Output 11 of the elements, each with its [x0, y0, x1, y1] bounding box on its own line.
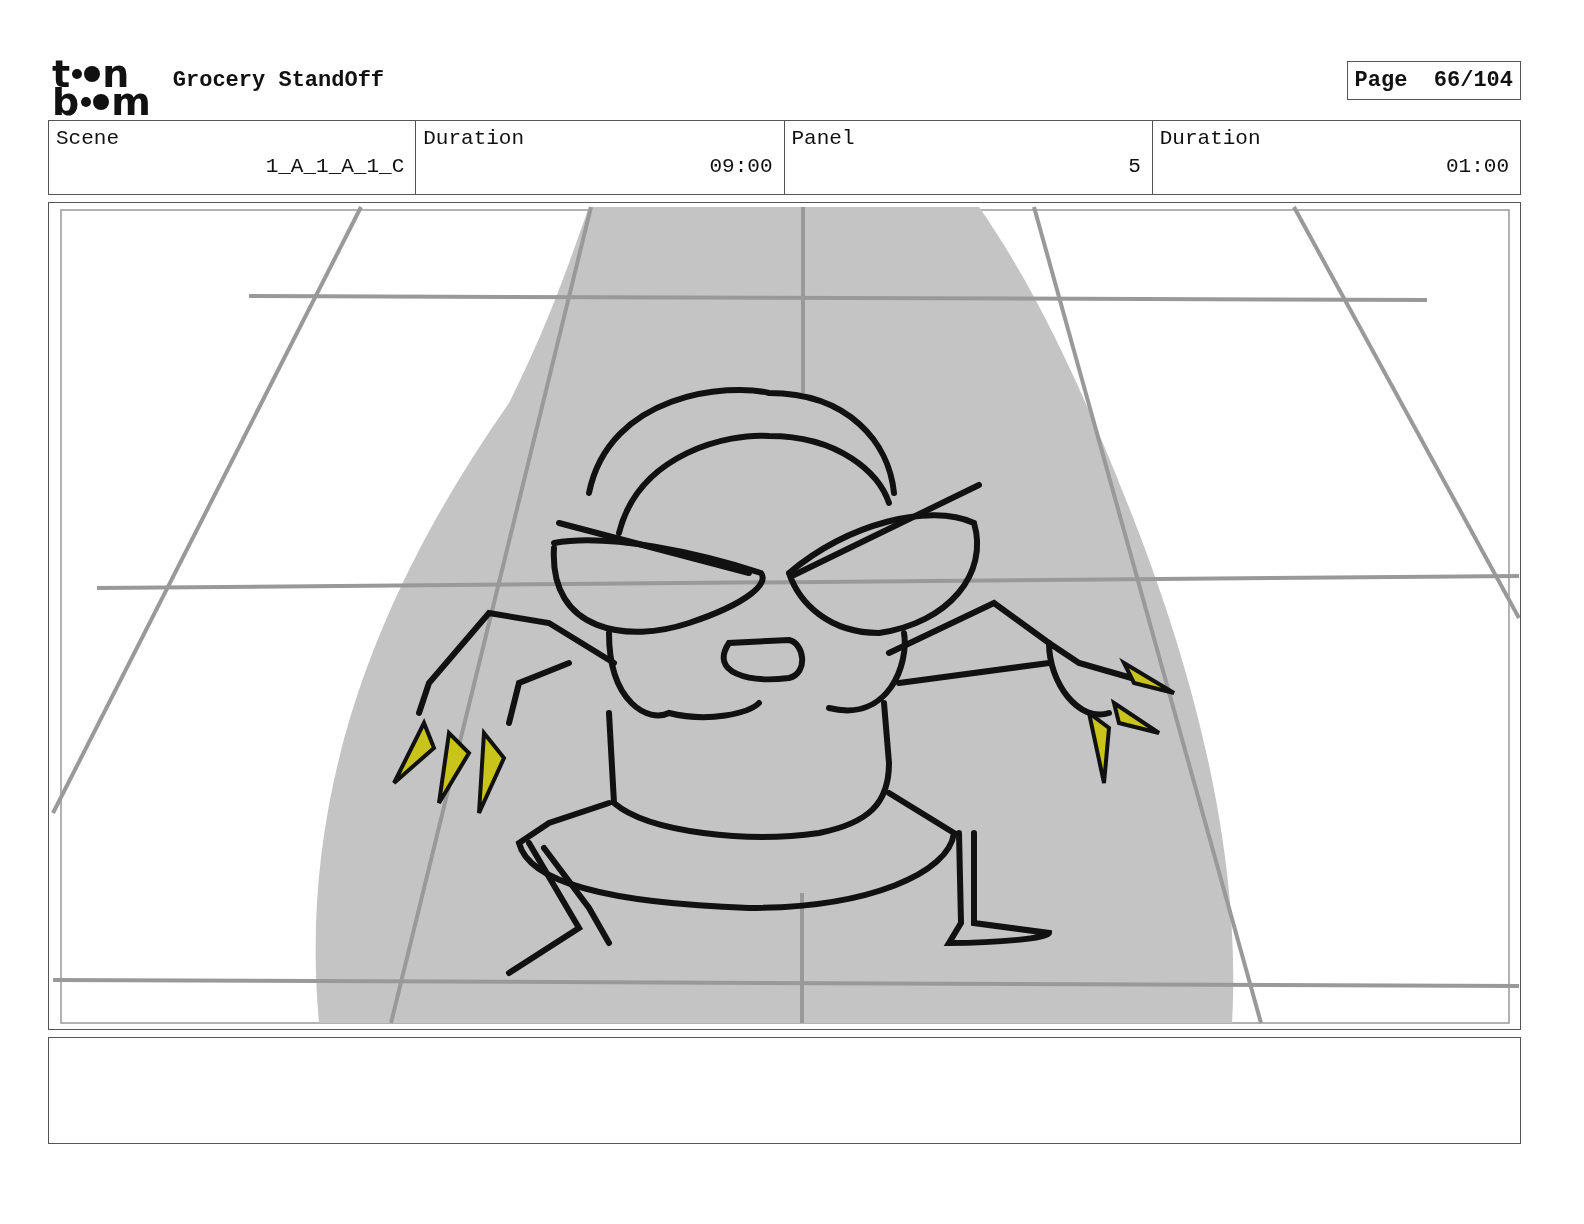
- project-title: Grocery StandOff: [172, 67, 385, 93]
- field-label: Duration: [423, 127, 525, 150]
- field-label: Duration: [1159, 127, 1261, 150]
- field-value: 09:00: [709, 155, 773, 178]
- field-label: Panel: [791, 127, 855, 150]
- field-value: 1_A_1_A_1_C: [265, 155, 405, 178]
- logo: t n b m: [52, 51, 151, 116]
- field-value: 5: [1128, 155, 1141, 178]
- field-label: Scene: [56, 127, 119, 150]
- page-counter: Page 66/104: [1346, 60, 1521, 100]
- field-value: 01:00: [1446, 155, 1509, 178]
